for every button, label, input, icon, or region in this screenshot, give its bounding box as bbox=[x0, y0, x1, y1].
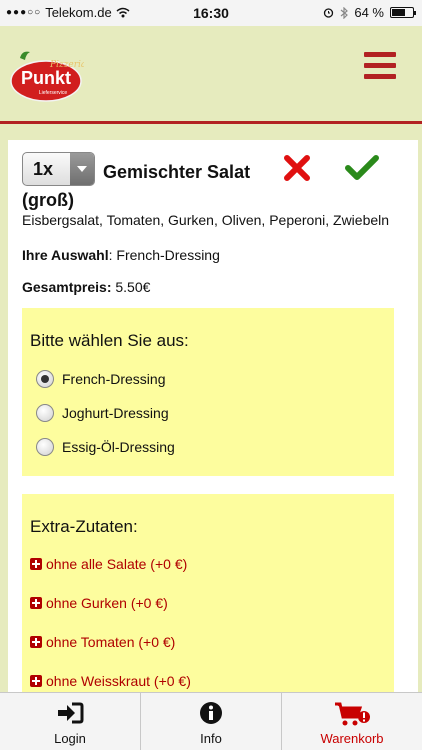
option-label: French-Dressing bbox=[62, 371, 166, 387]
option-label: Essig-Öl-Dressing bbox=[62, 439, 175, 455]
checkmark-icon bbox=[345, 155, 379, 180]
hamburger-menu-icon[interactable] bbox=[364, 52, 396, 80]
logo-title: Punkt bbox=[21, 68, 71, 88]
bluetooth-icon bbox=[340, 6, 349, 19]
login-icon bbox=[58, 702, 84, 724]
selection-summary: Ihre Auswahl: French-Dressing bbox=[22, 247, 220, 263]
extra-label: ohne Gurken (+0 €) bbox=[46, 595, 168, 611]
chevron-down-icon bbox=[70, 153, 94, 185]
plus-icon bbox=[30, 636, 42, 648]
status-right: 64 % bbox=[323, 5, 416, 20]
confirm-button[interactable] bbox=[344, 153, 380, 183]
radio-unchecked[interactable] bbox=[36, 438, 54, 456]
total-value: 5.50€ bbox=[111, 279, 151, 295]
radio-checked[interactable] bbox=[36, 370, 54, 388]
tab-info[interactable]: Info bbox=[140, 693, 281, 750]
header-divider bbox=[0, 121, 422, 124]
extra-item[interactable]: ohne Tomaten (+0 €) bbox=[30, 634, 175, 650]
quantity-value: 1x bbox=[33, 159, 54, 179]
total-price: Gesamtpreis: 5.50€ bbox=[22, 279, 150, 295]
status-bar: ●●●○○ Telekom.de 16:30 64 % bbox=[0, 0, 422, 26]
extra-label: ohne Tomaten (+0 €) bbox=[46, 634, 176, 650]
total-label: Gesamtpreis: bbox=[22, 279, 112, 295]
battery-percent: 64 % bbox=[354, 5, 384, 20]
tab-label: Info bbox=[200, 731, 222, 746]
option-essig-oel-dressing[interactable]: Essig-Öl-Dressing bbox=[36, 438, 175, 456]
delete-button[interactable] bbox=[282, 153, 312, 183]
extras-section: Extra-Zutaten: ohne alle Salate (+0 €) o… bbox=[22, 494, 394, 704]
tab-label: Login bbox=[54, 731, 86, 746]
plus-icon bbox=[30, 597, 42, 609]
alarm-icon bbox=[324, 8, 334, 18]
radio-unchecked[interactable] bbox=[36, 404, 54, 422]
extra-label: ohne alle Salate (+0 €) bbox=[46, 556, 188, 572]
logo-tagline: Lieferservice bbox=[39, 90, 68, 96]
tab-login[interactable]: Login bbox=[0, 693, 140, 750]
info-icon bbox=[200, 702, 222, 724]
extras-title: Extra-Zutaten: bbox=[30, 517, 138, 536]
product-card: Gemischter Salat (groß) 1x Eisbergsalat,… bbox=[8, 140, 418, 704]
tab-warenkorb[interactable]: Warenkorb bbox=[281, 693, 422, 750]
selection-value: : French-Dressing bbox=[108, 247, 220, 263]
extra-label: ohne Weisskraut (+0 €) bbox=[46, 673, 191, 689]
options-title: Bitte wählen Sie aus: bbox=[30, 331, 189, 350]
plus-icon bbox=[30, 558, 42, 570]
close-icon bbox=[284, 155, 310, 181]
cart-icon bbox=[335, 702, 370, 726]
tab-bar: Login Info Warenkorb bbox=[0, 692, 422, 750]
option-french-dressing[interactable]: French-Dressing bbox=[36, 370, 165, 388]
option-label: Joghurt-Dressing bbox=[62, 405, 169, 421]
option-joghurt-dressing[interactable]: Joghurt-Dressing bbox=[36, 404, 169, 422]
dressing-options: Bitte wählen Sie aus: French-Dressing Jo… bbox=[22, 308, 394, 476]
tab-label: Warenkorb bbox=[320, 731, 384, 746]
product-description: Eisbergsalat, Tomaten, Gurken, Oliven, P… bbox=[22, 212, 390, 228]
battery-icon bbox=[390, 7, 416, 18]
selection-label: Ihre Auswahl bbox=[22, 247, 109, 263]
extra-item[interactable]: ohne alle Salate (+0 €) bbox=[30, 556, 187, 572]
quantity-select[interactable]: 1x bbox=[22, 152, 95, 186]
extra-item[interactable]: ohne Weisskraut (+0 €) bbox=[30, 673, 191, 689]
extra-item[interactable]: ohne Gurken (+0 €) bbox=[30, 595, 168, 611]
app-logo[interactable]: Pizzeria Punkt Lieferservice bbox=[8, 48, 86, 104]
plus-icon bbox=[30, 675, 42, 687]
battery-level bbox=[392, 9, 405, 16]
